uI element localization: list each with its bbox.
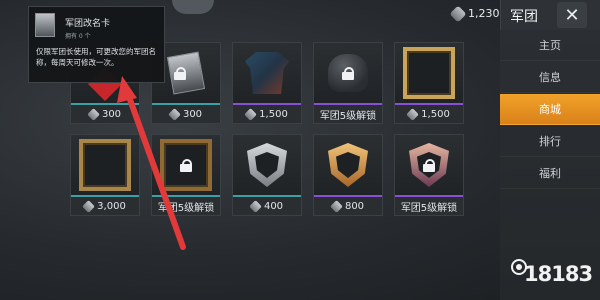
coin-balance: 1,230 [449,5,500,22]
sidebar-item-shop[interactable]: 商城 [500,94,600,125]
bronze-frame-icon [79,139,131,191]
unlock-requirement: 军团5级解锁 [319,110,377,122]
top-emblem-icon [172,0,214,14]
tooltip-owned-count: 拥有 0 个 [65,33,91,40]
price: 1,500 [421,108,450,120]
unlock-requirement: 军团5级解锁 [157,202,215,214]
rename-card-icon [166,51,206,95]
shop-item-gold-frame[interactable]: 1,500 [394,42,464,124]
item-tooltip: 军团改名卡 拥有 0 个 仅限军团长使用，可更改您的军团名称，每周天可修改一次。 [28,6,165,83]
sidebar-item-info[interactable]: 信息 [500,62,600,93]
lock-icon [423,159,435,172]
jacket-icon [245,52,289,94]
price: 300 [182,108,203,120]
tooltip-title: 军团改名卡 [65,19,111,29]
coin-icon [449,5,467,22]
shop-item-bronze-frame[interactable]: 3,000 [70,134,140,216]
silver-shield-icon [247,143,287,187]
price: 800 [344,200,365,212]
tooltip-description: 仅限军团长使用，可更改您的军团名称，每周天可修改一次。 [36,47,156,67]
close-button[interactable]: ✕ [557,2,587,28]
shop-item-ornate-frame[interactable]: 军团5级解锁 [151,134,221,216]
unlock-requirement: 军团5级解锁 [400,202,458,214]
shop-item-helmet[interactable]: 军团5级解锁 [313,42,383,124]
coin-icon [87,107,100,121]
price: 3,000 [97,200,126,212]
lock-icon [342,67,354,80]
gold-shield-icon [328,143,368,187]
price: 400 [263,200,284,212]
lock-icon [174,67,186,80]
coin-icon [406,107,420,121]
shop-item-gold-shield[interactable]: 800 [313,134,383,216]
sidebar-item-ranking[interactable]: 排行 [500,126,600,157]
price: 300 [101,108,122,120]
watermark-text: 18183 [524,262,593,286]
lock-icon [180,159,192,172]
price: 1,500 [259,108,288,120]
sidebar-item-welfare[interactable]: 福利 [500,158,600,189]
gold-frame-icon [403,47,455,99]
shop-item-purple-shield[interactable]: 军团5级解锁 [394,134,464,216]
coin-balance-value: 1,230 [468,7,500,20]
rename-card-icon [35,13,55,37]
coin-icon [330,199,343,213]
coin-icon [168,107,181,121]
shop-item-silver-shield[interactable]: 400 [232,134,302,216]
coin-icon [244,107,258,121]
page-title: 军团 [510,9,538,25]
coin-icon [249,199,262,213]
sidebar-item-home[interactable]: 主页 [500,30,600,61]
shop-item-jacket[interactable]: 1,500 [232,42,302,124]
coin-icon [82,199,96,213]
